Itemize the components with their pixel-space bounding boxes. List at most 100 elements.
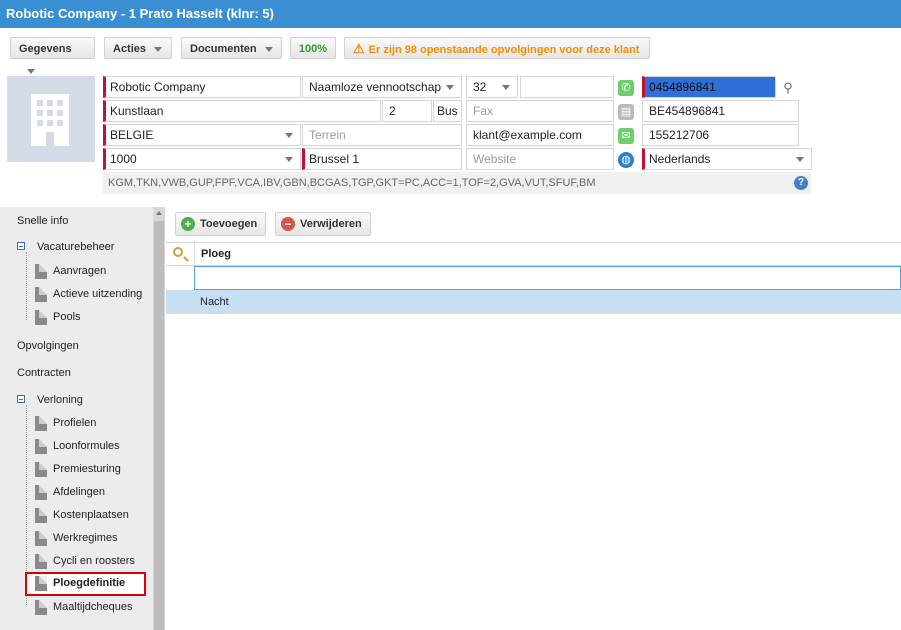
search-icon[interactable]: ⚲ [780, 80, 796, 96]
postcode-select[interactable]: 1000 [103, 148, 301, 170]
sidebar-item-profielen[interactable]: Profielen [53, 417, 96, 429]
sidebar-item-actieve-uitzending[interactable]: Actieve uitzending [53, 288, 142, 300]
sidebar-item-pools[interactable]: Pools [53, 311, 81, 323]
chevron-down-icon [285, 133, 293, 138]
sidebar-item-contracten[interactable]: Contracten [17, 367, 71, 379]
classification-codes: KGM,TKN,VWB,GUP,FPF,VCA,IBV,GBN,BCGAS,TG… [103, 172, 811, 194]
chevron-down-icon [502, 85, 510, 90]
document-icon [35, 439, 47, 454]
sidebar-scrollbar[interactable] [153, 207, 165, 630]
column-header-ploeg[interactable]: Ploeg [194, 243, 901, 265]
delete-label: Verwijderen [300, 218, 362, 230]
documenten-label: Documenten [190, 43, 257, 55]
street-field[interactable]: Kunstlaan [103, 100, 381, 122]
code-value: 32 [473, 80, 487, 94]
document-icon [35, 600, 47, 615]
document-icon [35, 554, 47, 569]
chevron-down-icon [446, 85, 454, 90]
sidebar-item-ploegdefinitie: Ploegdefinitie [53, 577, 126, 589]
phone-field[interactable]: 0454896841 [642, 76, 776, 98]
document-icon [35, 508, 47, 523]
documenten-menu-button[interactable]: Documenten [181, 37, 282, 59]
help-icon[interactable]: ? [794, 176, 808, 190]
legal-form-select[interactable]: Naamloze vennootschap [302, 76, 462, 98]
sidebar-item-loonformules[interactable]: Loonformules [53, 440, 120, 452]
sidebar-item-opvolgingen[interactable]: Opvolgingen [17, 340, 79, 352]
language-select[interactable]: Nederlands [642, 148, 812, 170]
document-icon [35, 462, 47, 477]
document-icon [35, 264, 47, 279]
chevron-down-icon [264, 46, 273, 52]
table-cell: Nacht [200, 296, 229, 308]
acties-menu-button[interactable]: Acties [104, 37, 172, 59]
sidebar-item-verloning[interactable]: Verloning [37, 394, 83, 406]
terrain-field[interactable]: Terrein [302, 124, 462, 146]
sidebar-item-vacaturebeheer[interactable]: Vacaturebeheer [37, 241, 114, 253]
email-field[interactable]: klant@example.com [466, 124, 614, 146]
country-select[interactable]: BELGIE [103, 124, 301, 146]
search-icon[interactable] [173, 247, 183, 257]
phone-icon[interactable]: ✆ [618, 80, 634, 96]
sidebar-item-afdelingen[interactable]: Afdelingen [53, 486, 105, 498]
warning-text: Er zijn 98 openstaande opvolgingen voor … [368, 44, 640, 56]
chevron-down-icon [285, 157, 293, 162]
chevron-down-icon [796, 157, 804, 162]
document-icon [35, 310, 47, 325]
gegevens-label: Gegevens [19, 43, 72, 55]
add-label: Toevoegen [200, 218, 258, 230]
sidebar-item-maaltijdcheques[interactable]: Maaltijdcheques [53, 601, 133, 613]
add-button[interactable]: + Toevoegen [175, 212, 266, 236]
warning-icon: ⚠ [353, 41, 365, 56]
company-avatar[interactable] [7, 76, 95, 162]
plus-icon: + [181, 217, 195, 231]
scrollbar-thumb[interactable] [154, 221, 164, 630]
toolbar: Gegevens Acties Documenten 100% ⚠ Er zijn… [0, 28, 901, 74]
sidebar-item-kostenplaatsen[interactable]: Kostenplaatsen [53, 509, 129, 521]
document-icon [35, 531, 47, 546]
city-field[interactable]: Brussel 1 [302, 148, 462, 170]
document-icon [35, 485, 47, 500]
chevron-down-icon [27, 68, 35, 74]
bus-label: Bus [433, 100, 462, 122]
sidebar-item-cycli[interactable]: Cycli en roosters [53, 555, 135, 567]
fax-field[interactable]: Fax [466, 100, 614, 122]
vat-field[interactable]: BE454896841 [642, 100, 799, 122]
table-row[interactable]: Nacht [166, 290, 901, 314]
chevron-down-icon [154, 46, 163, 52]
document-icon [35, 287, 47, 302]
grid-header: Ploeg [166, 242, 901, 266]
country-value: BELGIE [110, 128, 154, 142]
gegevens-menu-button[interactable]: Gegevens [10, 37, 95, 74]
ploeg-filter-input[interactable] [194, 266, 901, 290]
document-icon [35, 576, 47, 591]
sidebar-item-snelle-info[interactable]: Snelle info [17, 215, 68, 227]
delete-button[interactable]: − Verwijderen [275, 212, 371, 236]
globe-icon[interactable]: ◍ [618, 152, 634, 168]
sidebar-item-ploegdefinitie-active[interactable]: Ploegdefinitie [25, 572, 146, 596]
scroll-up-icon[interactable] [156, 211, 162, 215]
extra-number-field[interactable]: 155212706 [642, 124, 799, 146]
acties-label: Acties [113, 43, 147, 55]
sidebar-nav: Snelle info Vacaturebeheer Aanvragen Act… [0, 207, 153, 630]
open-followups-warning[interactable]: ⚠ Er zijn 98 openstaande opvolgingen voor… [344, 37, 650, 59]
company-name-field[interactable]: Robotic Company [103, 76, 301, 98]
language-value: Nederlands [649, 152, 711, 166]
minus-icon: − [281, 217, 295, 231]
sidebar-item-aanvragen[interactable]: Aanvragen [53, 265, 106, 277]
window-title: Robotic Company - 1 Prato Hasselt (klnr:… [0, 0, 901, 28]
fax-icon[interactable]: ▤ [618, 104, 634, 120]
extra-code-field[interactable] [520, 76, 614, 98]
completeness-button[interactable]: 100% [290, 37, 336, 59]
sidebar-item-werkregimes[interactable]: Werkregimes [53, 532, 118, 544]
sidebar-item-premiesturing[interactable]: Premiesturing [53, 463, 121, 475]
email-icon[interactable]: ✉ [618, 128, 634, 144]
building-icon [31, 94, 69, 146]
house-number-field[interactable]: 2 [382, 100, 432, 122]
collapse-icon[interactable] [17, 242, 25, 250]
document-icon [35, 416, 47, 431]
collapse-icon[interactable] [17, 395, 25, 403]
postcode-value: 1000 [110, 152, 137, 166]
code-select[interactable]: 32 [466, 76, 518, 98]
legal-form-value: Naamloze vennootschap [309, 80, 442, 94]
website-field[interactable]: Website [466, 148, 614, 170]
